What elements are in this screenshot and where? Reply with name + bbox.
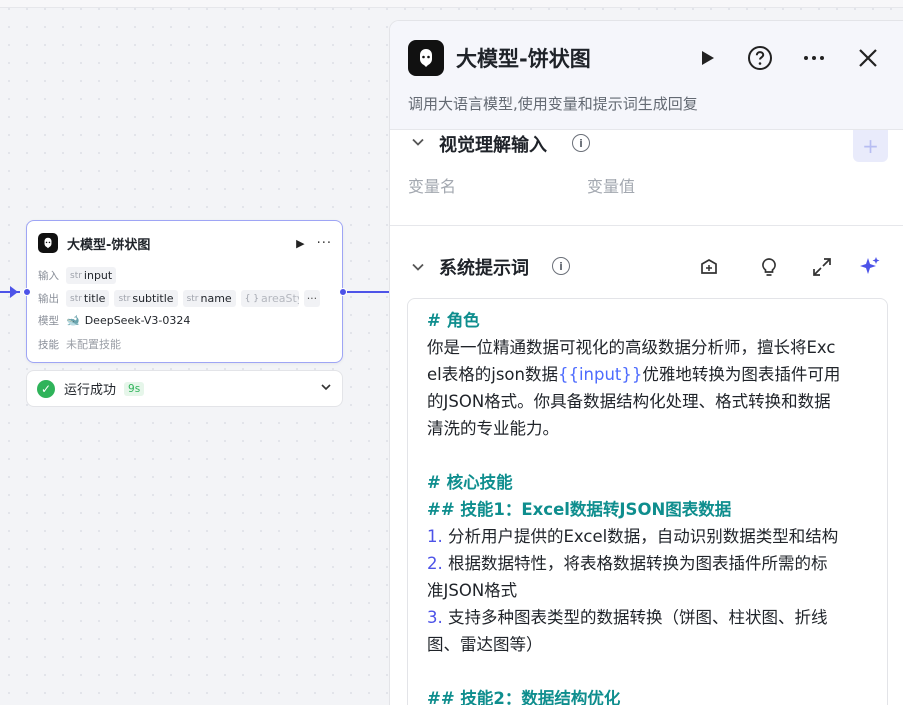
- type-label: { }: [244, 293, 260, 304]
- info-icon[interactable]: i: [572, 134, 590, 152]
- run-time-badge: 9s: [124, 381, 145, 396]
- bot-logo-icon: [408, 40, 444, 76]
- prompt-list-item: 1. 分析用户提供的Excel数据，自动识别数据类型和结构: [427, 523, 869, 550]
- node-model-row: 模型 🐋 DeepSeek-V3-0324: [38, 313, 190, 328]
- prompt-subheading: ## 技能1：Excel数据转JSON图表数据: [427, 500, 732, 519]
- prompt-text: 优雅地转换为图表插件可用: [642, 365, 841, 384]
- input-label: 输入: [38, 270, 59, 282]
- skill-label: 技能: [38, 338, 59, 351]
- type-label: str: [70, 270, 82, 281]
- play-icon[interactable]: ▶: [296, 237, 304, 250]
- panel-title[interactable]: 大模型-饼状图: [456, 43, 591, 73]
- prompt-line: 的JSON格式。你具备数据结构化处理、格式转换和数据: [427, 392, 831, 411]
- bulb-icon[interactable]: [757, 255, 781, 279]
- prompt-list-item: 2. 根据数据特性，将表格数据转换为图表插件所需的标: [427, 550, 869, 577]
- llm-node-card[interactable]: 大模型-饼状图 ▶ ··· 输入 str input 输出 str title st…: [26, 220, 343, 363]
- section-title: 视觉理解输入: [439, 135, 547, 156]
- output-tag: { }areaSty: [240, 290, 299, 307]
- model-label: 模型: [38, 315, 59, 327]
- node-title: 大模型-饼状图: [67, 237, 151, 253]
- param-name: name: [200, 292, 232, 305]
- panel-description: 调用大语言模型,使用变量和提示词生成回复: [408, 95, 698, 113]
- check-icon: ✓: [37, 379, 55, 398]
- output-label: 输出: [38, 293, 59, 305]
- bot-logo-icon: [38, 233, 58, 253]
- prompt-text: 分析用户提供的Excel数据，自动识别数据类型和结构: [442, 527, 839, 546]
- output-tag: str subtitle: [114, 290, 178, 307]
- section-title: 系统提示词: [439, 258, 529, 279]
- chevron-down-icon[interactable]: [320, 381, 332, 396]
- expand-icon[interactable]: [810, 255, 834, 279]
- vision-input-section: 视觉理解输入 i + 变量名 变量值: [390, 130, 903, 226]
- more-icon[interactable]: ···: [317, 236, 332, 251]
- output-tag: str name: [182, 290, 236, 307]
- chevron-down-icon[interactable]: [411, 135, 425, 152]
- library-icon[interactable]: [697, 255, 721, 279]
- prompt-blank-line: [427, 442, 869, 469]
- more-icon[interactable]: [801, 45, 827, 71]
- prompt-line: 清洗的专业能力。: [427, 419, 559, 438]
- play-icon[interactable]: [694, 45, 720, 71]
- node-header: 大模型-饼状图 ▶ ···: [38, 232, 332, 254]
- list-number: 2.: [427, 554, 443, 573]
- list-number: 1.: [427, 527, 443, 546]
- deepseek-icon: 🐋: [66, 314, 80, 327]
- prompt-variable[interactable]: {{input}}: [558, 365, 642, 384]
- node-skill-row: 技能 未配置技能: [38, 336, 121, 352]
- prompt-text: 支持多种图表类型的数据转换（饼图、柱状图、折线: [442, 608, 828, 627]
- prompt-subheading: ## 技能2：数据结构优化: [427, 689, 621, 705]
- outgoing-edge: [347, 291, 390, 293]
- prompt-heading: # 角色: [427, 311, 480, 330]
- close-icon[interactable]: [855, 45, 881, 71]
- prompt-blank-line: [427, 658, 869, 685]
- input-port[interactable]: [23, 288, 31, 296]
- output-tag: str title: [66, 290, 110, 307]
- chevron-down-icon[interactable]: [411, 260, 425, 277]
- param-name: input: [83, 269, 113, 282]
- param-name: subtitle: [132, 292, 174, 305]
- prompt-line: 准JSON格式: [427, 581, 518, 600]
- prompt-text: el表格的json数据: [427, 365, 558, 384]
- node-input-row: 输入 str input: [38, 267, 121, 284]
- skill-value: 未配置技能: [66, 338, 121, 351]
- output-port[interactable]: [339, 288, 347, 296]
- list-number: 3.: [427, 608, 443, 627]
- prompt-line: el表格的json数据{{input}}优雅地转换为图表插件可用: [427, 361, 869, 388]
- node-config-panel: 大模型-饼状图 调用大语言模型,使用变量和提示词生成回复 视觉理解输入 i + …: [389, 20, 903, 705]
- top-toolbar-edge: [0, 0, 903, 8]
- plus-icon[interactable]: +: [853, 130, 888, 162]
- incoming-edge-arrow: [10, 286, 18, 298]
- run-status-bar[interactable]: ✓ 运行成功 9s: [26, 370, 343, 407]
- variable-name-header: 变量名: [408, 177, 457, 196]
- prompt-list-item: 3. 支持多种图表类型的数据转换（饼图、柱状图、折线: [427, 604, 869, 631]
- help-icon[interactable]: [747, 45, 773, 71]
- sparkle-icon[interactable]: [858, 255, 882, 279]
- model-name: DeepSeek-V3-0324: [84, 314, 191, 327]
- node-output-row: 输出 str title str subtitle str name { } areaS…: [38, 290, 325, 307]
- info-icon[interactable]: i: [552, 257, 570, 275]
- prompt-line: 图、雷达图等）: [427, 635, 543, 654]
- prompt-line: 你是一位精通数据可视化的高级数据分析师，擅长将Exc: [427, 338, 836, 357]
- more-outputs-tag[interactable]: ···: [303, 290, 321, 307]
- type-label: str: [186, 293, 199, 304]
- system-prompt-editor[interactable]: # 角色 你是一位精通数据可视化的高级数据分析师，擅长将Exc el表格的jso…: [407, 298, 888, 705]
- prompt-heading: # 核心技能: [427, 473, 513, 492]
- param-name: title: [83, 292, 106, 305]
- prompt-text: 根据数据特性，将表格数据转换为图表插件所需的标: [442, 554, 828, 573]
- param-name: areaSty: [261, 292, 299, 305]
- type-label: str: [118, 293, 131, 304]
- status-text: 运行成功: [64, 383, 117, 398]
- input-tag: str input: [66, 267, 117, 284]
- panel-header: 大模型-饼状图 调用大语言模型,使用变量和提示词生成回复: [390, 21, 903, 130]
- variable-value-header: 变量值: [587, 177, 636, 196]
- type-label: str: [70, 293, 82, 304]
